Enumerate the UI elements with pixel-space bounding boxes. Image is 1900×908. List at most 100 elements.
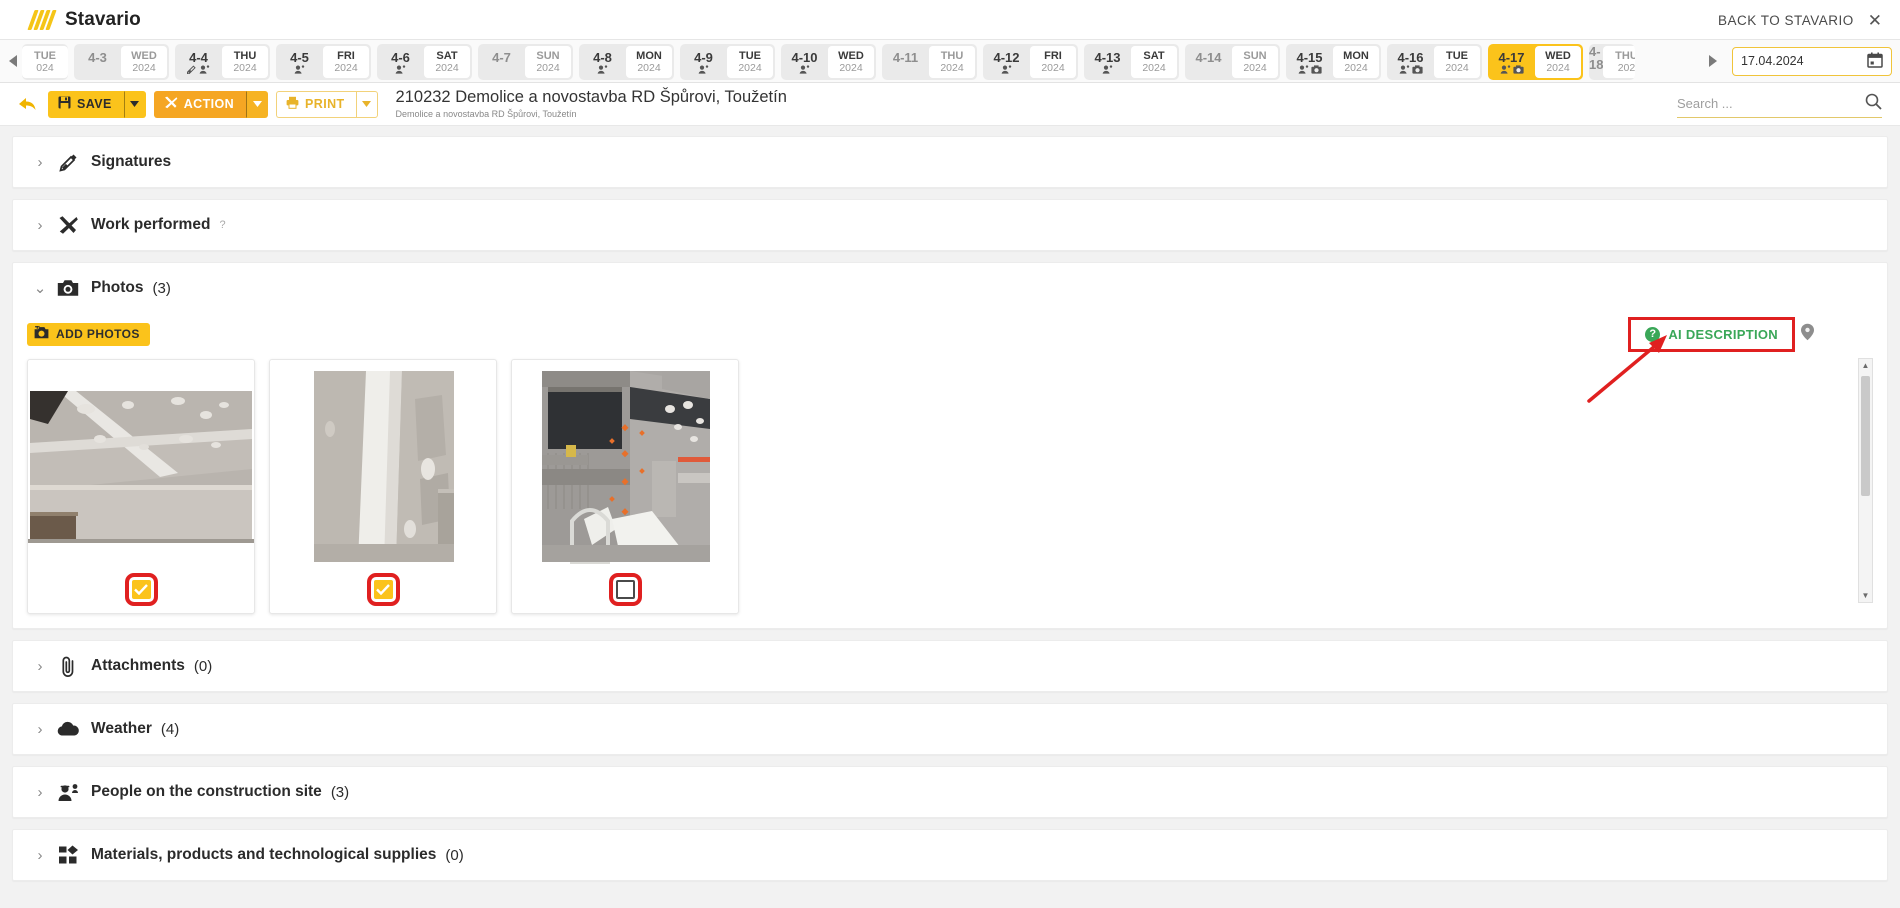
day-year: 2024 [637,62,661,74]
stavario-logo-icon [27,9,57,31]
chevron-right-icon[interactable]: › [27,658,53,675]
print-button[interactable]: PRINT [276,90,356,118]
people-hardhat-icon [53,783,83,802]
day-list[interactable]: TUE 024 4-3 WED 2024 4-4 THU 2024 4-5 FRI 2024 4-6 S… [22,40,1704,82]
section-work-performed-header[interactable]: › Work performed ? [13,200,1887,250]
day-chip-4-14[interactable]: 4-14 SUN 2024 [1185,44,1280,80]
photo-thumbnail[interactable] [28,368,254,565]
print-button-group[interactable]: PRINT [276,90,378,118]
section-people-header[interactable]: › People on the construction site (3) [13,767,1887,817]
photo-checkbox[interactable] [124,572,158,606]
top-bar: Stavario BACK TO STAVARIO ✕ [0,0,1900,40]
day-chip-4-6[interactable]: 4-6 SAT 2024 [377,44,472,80]
chevron-right-icon[interactable]: › [27,784,53,801]
chevron-down-icon[interactable]: ⌄ [27,279,53,297]
photo-card[interactable] [27,359,255,614]
day-year: 2024 [1041,62,1065,74]
save-dropdown-toggle[interactable] [123,90,146,118]
section-title: Weather [91,720,152,737]
day-chip-4-7[interactable]: 4-7 SUN 2024 [478,44,573,80]
day-chip-4-16[interactable]: 4-16 TUE 2024 [1387,44,1482,80]
chevron-right-icon[interactable]: › [27,217,53,234]
day-chip-left: 4-7 [478,44,525,80]
date-navigation-strip: TUE 024 4-3 WED 2024 4-4 THU 2024 4-5 FRI 2024 4-6 S… [0,40,1900,83]
back-to-stavario-link[interactable]: BACK TO STAVARIO [1718,13,1854,28]
photo-checkbox[interactable] [608,572,642,606]
day-chip-left: 4-12 [983,44,1030,80]
save-button[interactable]: SAVE [48,90,124,118]
day-year: 2024 [435,62,459,74]
pen-signature-icon [53,152,83,173]
photo-thumbnail[interactable] [512,368,738,565]
day-weekday: WED [131,50,157,62]
photo-select-row [124,565,158,613]
day-year: 2024 [1243,62,1267,74]
search-icon[interactable] [1865,93,1882,115]
day-number: 4-7 [492,49,511,65]
chevron-right-icon[interactable]: › [27,721,53,738]
photo-thumbnail[interactable] [270,368,496,565]
section-photos-header[interactable]: ⌄ Photos (3) [13,263,1887,313]
page-title: 210232 Demolice a novostavba RD Špůrovi,… [395,88,787,106]
day-year: 2024 [839,62,863,74]
calendar-icon[interactable] [1867,52,1883,71]
section-signatures-header[interactable]: › Signatures [13,137,1887,187]
add-photos-button[interactable]: ADD PHOTOS [27,322,150,346]
print-dropdown-toggle[interactable] [355,90,378,118]
day-chip-4-10[interactable]: 4-10 WED 2024 [781,44,876,80]
chevron-left-icon[interactable] [4,40,22,82]
section-materials-header[interactable]: › Materials, products and technological … [13,830,1887,880]
section-help-icon[interactable]: ? [219,219,225,231]
day-chip-4-18[interactable]: 4-18THU202 [1589,44,1635,80]
search-input[interactable] [1677,96,1842,111]
section-attachments-header[interactable]: › Attachments (0) [13,641,1887,691]
photo-card[interactable] [269,359,497,614]
section-weather-header[interactable]: › Weather (4) [13,704,1887,754]
section-title: Work performed [91,216,211,233]
day-chip-right: SAT 2024 [1131,46,1177,78]
day-number: 4-16 [1397,49,1424,65]
day-chip-right: SAT 2024 [424,46,470,78]
scrollbar-thumb[interactable] [1861,376,1870,496]
action-button-group[interactable]: ACTION [153,90,269,118]
day-chip-right: SUN 2024 [525,46,571,78]
action-button[interactable]: ACTION [153,90,247,118]
location-pin-icon[interactable] [1800,323,1815,346]
action-dropdown-toggle[interactable] [246,90,269,118]
day-chip-edge[interactable]: TUE 024 [22,44,68,80]
caret-down-icon[interactable]: ▼ [1862,591,1870,600]
action-button-label: ACTION [183,97,235,111]
date-picker[interactable]: 17.04.2024 [1732,46,1892,76]
caret-up-icon[interactable]: ▲ [1862,361,1870,370]
day-chip-4-9[interactable]: 4-9 TUE 2024 [680,44,775,80]
save-button-group[interactable]: SAVE [48,90,146,118]
day-weekday: THU [233,50,257,62]
photo-checkbox[interactable] [366,572,400,606]
section-title: Materials, products and technological su… [91,846,437,863]
scrollbar-track[interactable] [1859,370,1872,591]
day-chip-4-8[interactable]: 4-8 MON 2024 [579,44,674,80]
day-weekday: FRI [337,50,355,62]
day-weekday: TUE [34,50,56,62]
section-people: › People on the construction site (3) [12,766,1888,818]
day-chip-4-5[interactable]: 4-5 FRI 2024 [276,44,371,80]
close-icon[interactable]: ✕ [1868,12,1882,29]
chevron-right-icon[interactable]: › [27,847,53,864]
undo-arrow-icon[interactable] [12,89,42,119]
day-chip-4-4[interactable]: 4-4 THU 2024 [175,44,270,80]
ai-description-button[interactable]: ? AI DESCRIPTION [1628,316,1795,352]
photo-card[interactable] [511,359,739,614]
photo-select-row [608,565,642,613]
day-chip-4-3[interactable]: 4-3 WED 2024 [74,44,169,80]
search-box[interactable] [1677,90,1882,118]
day-chip-4-17[interactable]: 4-17 WED 2024 [1488,44,1583,80]
day-chip-4-12[interactable]: 4-12 FRI 2024 [983,44,1078,80]
day-number: 4-15 [1296,49,1323,65]
chevron-right-icon[interactable] [1704,40,1722,82]
section-attachments: › Attachments (0) [12,640,1888,692]
photos-scrollbar[interactable]: ▲ ▼ [1858,358,1873,603]
day-chip-4-11[interactable]: 4-11 THU 2024 [882,44,977,80]
chevron-right-icon[interactable]: › [27,154,53,171]
day-chip-4-13[interactable]: 4-13 SAT 2024 [1084,44,1179,80]
day-chip-4-15[interactable]: 4-15 MON 2024 [1286,44,1381,80]
